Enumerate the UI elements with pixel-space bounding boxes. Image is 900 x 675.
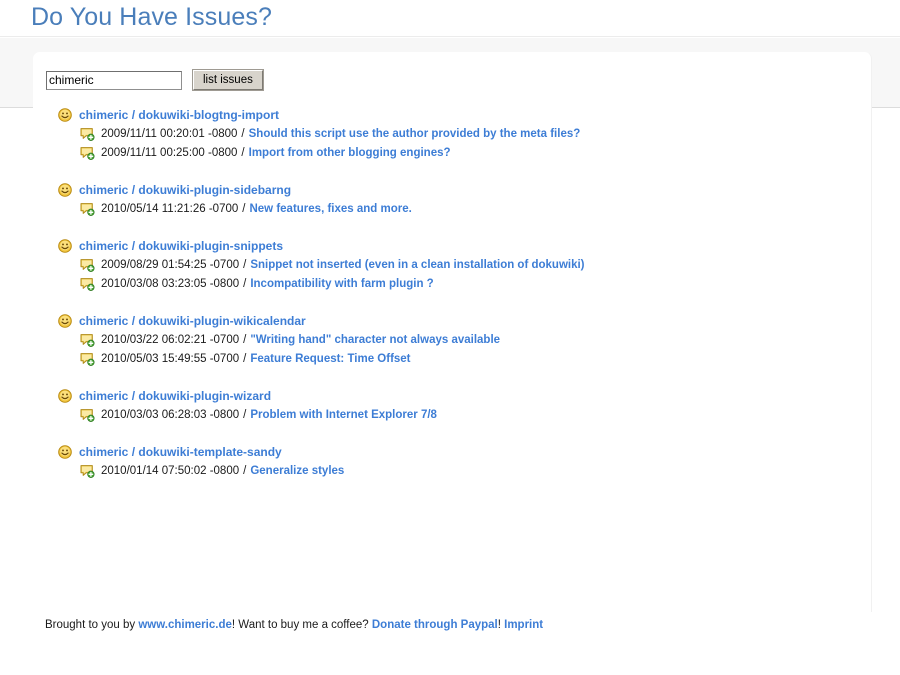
repository-list: chimeric / dokuwiki-blogtng-import 2009/1…	[33, 107, 871, 500]
issue-title-link[interactable]: Import from other blogging engines?	[249, 147, 451, 159]
issue-title-link[interactable]: Incompatibility with farm plugin ?	[250, 278, 433, 290]
issue-separator: /	[243, 333, 247, 346]
issue-title-link[interactable]: Generalize styles	[250, 465, 344, 477]
comment-add-icon	[80, 408, 95, 422]
smiley-icon	[58, 445, 72, 459]
comment-add-icon	[80, 277, 95, 291]
search-input[interactable]	[46, 70, 182, 90]
repo-link[interactable]: chimeric / dokuwiki-plugin-sidebarng	[79, 183, 291, 197]
smiley-icon	[58, 314, 72, 328]
issue-date: 2009/08/29 01:54:25 -0700	[101, 258, 240, 271]
repo-header: chimeric / dokuwiki-plugin-sidebarng	[58, 182, 871, 198]
issue-date: 2010/03/22 06:02:21 -0700	[101, 333, 240, 346]
issue-separator: /	[243, 408, 247, 421]
issue-separator: /	[241, 146, 245, 159]
issue-row: 2010/03/22 06:02:21 -0700/"Writing hand"…	[80, 331, 871, 348]
issue-date: 2010/03/08 03:23:05 -0800	[101, 277, 240, 290]
issue-search-form: list issues	[46, 70, 263, 90]
comment-add-icon	[80, 333, 95, 347]
issue-date: 2009/11/11 00:25:00 -0800	[101, 146, 238, 159]
comment-add-icon	[80, 127, 95, 141]
issue-date: 2010/05/03 15:49:55 -0700	[101, 352, 240, 365]
comment-add-icon	[80, 464, 95, 478]
page-title: Do You Have Issues?	[31, 3, 272, 31]
issue-row: 2010/05/03 15:49:55 -0700/Feature Reques…	[80, 350, 871, 367]
repo-group: chimeric / dokuwiki-plugin-snippets 2009/…	[33, 238, 871, 292]
repo-header: chimeric / dokuwiki-plugin-wikicalendar	[58, 313, 871, 329]
issue-title-link[interactable]: Feature Request: Time Offset	[250, 353, 410, 365]
issue-title-link[interactable]: Snippet not inserted (even in a clean in…	[250, 259, 584, 271]
issue-separator: /	[243, 277, 247, 290]
smiley-icon	[58, 183, 72, 197]
issue-separator: /	[243, 258, 247, 271]
repo-header: chimeric / dokuwiki-blogtng-import	[58, 107, 871, 123]
smiley-icon	[58, 239, 72, 253]
issue-title-link[interactable]: Should this script use the author provid…	[249, 128, 581, 140]
issue-date: 2010/01/14 07:50:02 -0800	[101, 464, 240, 477]
repo-group: chimeric / dokuwiki-blogtng-import 2009/1…	[33, 107, 871, 161]
repo-link[interactable]: chimeric / dokuwiki-plugin-snippets	[79, 239, 283, 253]
issue-date: 2010/05/14 11:21:26 -0700	[101, 202, 239, 215]
issue-row: 2010/01/14 07:50:02 -0800/Generalize sty…	[80, 462, 871, 479]
issue-row: 2009/11/11 00:25:00 -0800/ Import from ot…	[80, 144, 871, 161]
issue-row: 2009/11/11 00:20:01 -0800/ Should this sc…	[80, 125, 871, 142]
issue-separator: /	[241, 127, 245, 140]
issue-title-link[interactable]: New features, fixes and more.	[249, 203, 411, 215]
comment-add-icon	[80, 258, 95, 272]
issue-separator: /	[243, 352, 247, 365]
issue-title-link[interactable]: "Writing hand" character not always avai…	[250, 334, 500, 346]
donate-paypal-link[interactable]: Donate through Paypal	[372, 619, 498, 631]
footer-text-before: Brought to you by	[45, 619, 139, 631]
repo-link[interactable]: chimeric / dokuwiki-template-sandy	[79, 445, 282, 459]
issue-date: 2010/03/03 06:28:03 -0800	[101, 408, 240, 421]
comment-add-icon	[80, 146, 95, 160]
issue-row: 2010/03/03 06:28:03 -0800/Problem with I…	[80, 406, 871, 423]
issue-row: 2010/05/14 11:21:26 -0700/New features, …	[80, 200, 871, 217]
comment-add-icon	[80, 352, 95, 366]
list-issues-button[interactable]: list issues	[193, 70, 263, 90]
chimeric-site-link[interactable]: www.chimeric.de	[138, 619, 232, 631]
issue-separator: /	[243, 464, 247, 477]
smiley-icon	[58, 389, 72, 403]
smiley-icon	[58, 108, 72, 122]
comment-add-icon	[80, 202, 95, 216]
repo-header: chimeric / dokuwiki-plugin-snippets	[58, 238, 871, 254]
repo-group: chimeric / dokuwiki-plugin-sidebarng 2010…	[33, 182, 871, 217]
repo-link[interactable]: chimeric / dokuwiki-plugin-wikicalendar	[79, 314, 306, 328]
issue-title-link[interactable]: Problem with Internet Explorer 7/8	[250, 409, 437, 421]
imprint-link[interactable]: Imprint	[504, 619, 543, 631]
repo-group: chimeric / dokuwiki-template-sandy 2010/0…	[33, 444, 871, 479]
issue-row: 2010/03/08 03:23:05 -0800/Incompatibilit…	[80, 275, 871, 292]
repo-link[interactable]: chimeric / dokuwiki-blogtng-import	[79, 108, 279, 122]
content-panel: list issues chimeric / dokuwiki-blogtng-…	[33, 52, 872, 612]
repo-header: chimeric / dokuwiki-plugin-wizard	[58, 388, 871, 404]
repo-link[interactable]: chimeric / dokuwiki-plugin-wizard	[79, 389, 271, 403]
issue-row: 2009/08/29 01:54:25 -0700/Snippet not in…	[80, 256, 871, 273]
repo-header: chimeric / dokuwiki-template-sandy	[58, 444, 871, 460]
issue-separator: /	[242, 202, 246, 215]
footer-text-middle: ! Want to buy me a coffee?	[231, 619, 372, 631]
repo-group: chimeric / dokuwiki-plugin-wikicalendar 2…	[33, 313, 871, 367]
footer: Brought to you by www.chimeric.de! Want …	[45, 619, 543, 631]
issue-date: 2009/11/11 00:20:01 -0800	[101, 127, 238, 140]
repo-group: chimeric / dokuwiki-plugin-wizard 2010/03…	[33, 388, 871, 423]
